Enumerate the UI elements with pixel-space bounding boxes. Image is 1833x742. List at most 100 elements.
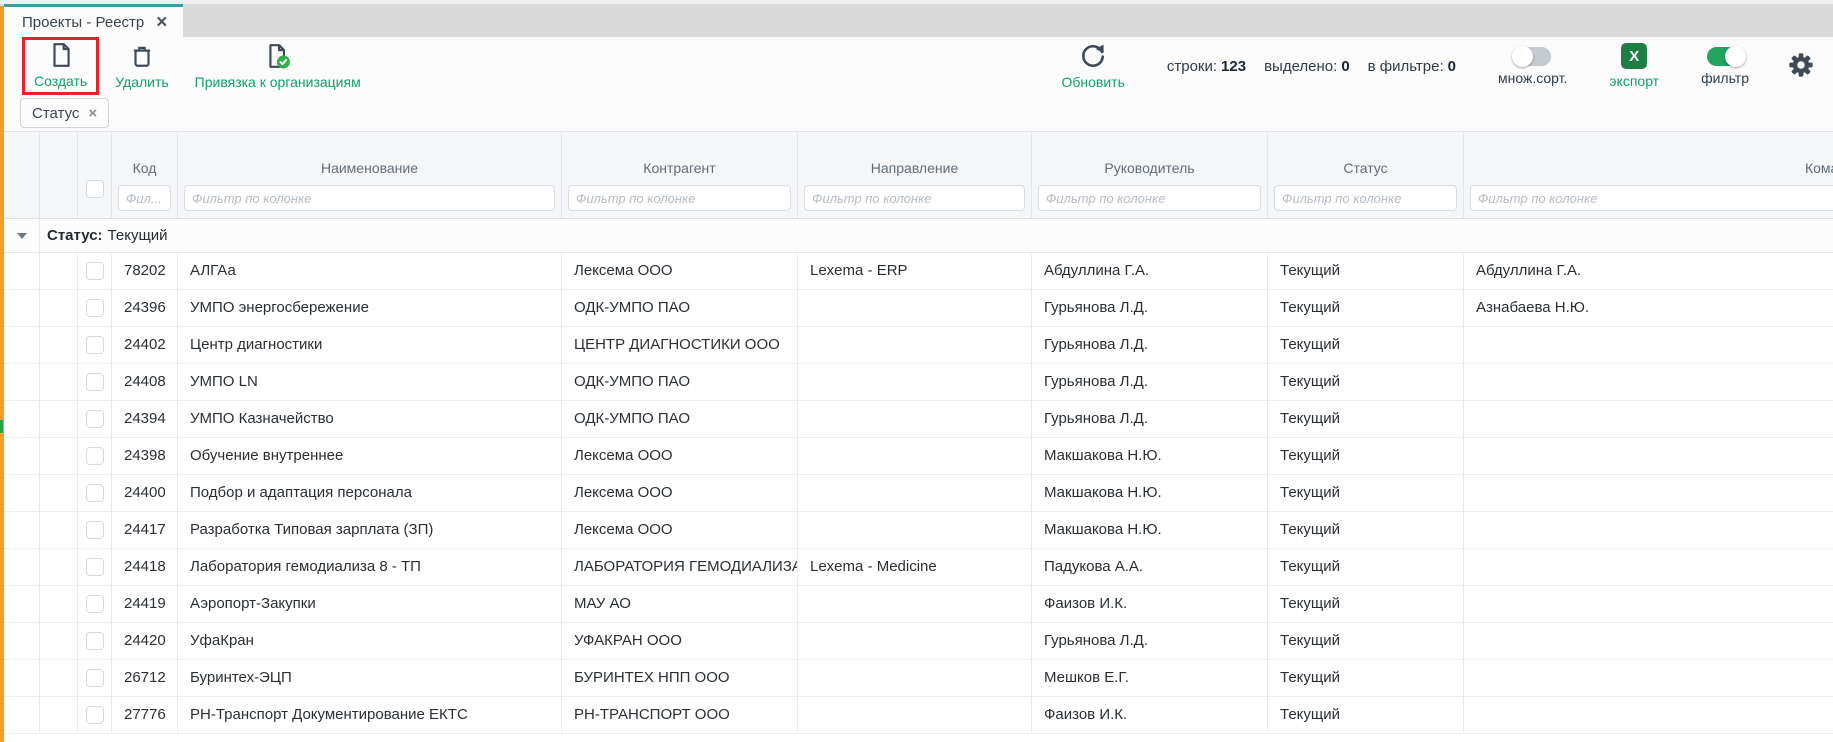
cell-name: УМПО LN [178, 364, 562, 400]
cell-code: 24408 [112, 364, 178, 400]
column-header-status[interactable]: Статус [1268, 132, 1464, 218]
filter-toggle[interactable] [1707, 47, 1744, 66]
column-header-name[interactable]: Наименование [178, 132, 562, 218]
column-label-direction: Направление [798, 160, 1031, 176]
row-checkbox-cell[interactable] [78, 697, 112, 733]
header-select-all-cell[interactable] [78, 132, 112, 218]
row-checkbox[interactable] [86, 336, 104, 354]
table-row[interactable]: 24402Центр диагностикиЦЕНТР ДИАГНОСТИКИ … [4, 327, 1833, 364]
table-row[interactable]: 26712Буринтех-ЭЦПБУРИНТЕХ НПП ОООМешков … [4, 660, 1833, 697]
table-row[interactable]: 24419Аэропорт-ЗакупкиМАУ АОФаизов И.К.Те… [4, 586, 1833, 623]
row-spacer-cell [40, 290, 78, 326]
column-header-code[interactable]: Код [112, 132, 178, 218]
table-row[interactable]: 24417Разработка Типовая зарплата (ЗП)Лек… [4, 512, 1833, 549]
column-filter-input-name[interactable] [184, 185, 555, 211]
multisort-toggle[interactable] [1514, 47, 1551, 66]
row-checkbox[interactable] [86, 595, 104, 613]
column-filter-input-manager[interactable] [1038, 185, 1261, 211]
cell-code: 24396 [112, 290, 178, 326]
row-checkbox[interactable] [86, 558, 104, 576]
row-checkbox[interactable] [86, 521, 104, 539]
row-checkbox-cell[interactable] [78, 586, 112, 622]
groupby-chip-close-icon[interactable]: × [88, 105, 97, 122]
table-row[interactable]: 24420УфаКранУФАКРАН ОООГурьянова Л.Д.Тек… [4, 623, 1833, 660]
row-checkbox-cell[interactable] [78, 438, 112, 474]
create-button[interactable]: Создать [34, 42, 87, 89]
column-filter-input-code[interactable] [118, 185, 171, 211]
row-spacer-cell [40, 697, 78, 733]
row-checkbox[interactable] [86, 299, 104, 317]
column-header-team[interactable]: Команда [1464, 132, 1833, 218]
row-checkbox-cell[interactable] [78, 290, 112, 326]
row-checkbox[interactable] [86, 706, 104, 724]
tab-close-icon[interactable]: × [156, 13, 167, 32]
column-filter-input-status[interactable] [1274, 185, 1457, 211]
trash-icon [129, 43, 155, 72]
table-row[interactable]: 24398Обучение внутреннееЛексема ОООМакша… [4, 438, 1833, 475]
excel-export-icon[interactable]: X [1621, 43, 1647, 69]
row-checkbox[interactable] [86, 632, 104, 650]
groupby-chip-status[interactable]: Статус × [20, 98, 109, 128]
cell-code: 24400 [112, 475, 178, 511]
cell-direction [798, 697, 1032, 733]
column-filter-input-direction[interactable] [804, 185, 1025, 211]
group-collapse-cell[interactable] [4, 219, 40, 252]
row-checkbox[interactable] [86, 410, 104, 428]
cell-status: Текущий [1268, 623, 1464, 659]
delete-button[interactable]: Удалить [115, 43, 168, 90]
row-expand-cell [4, 290, 40, 326]
column-headers: КодНаименованиеКонтрагентНаправлениеРуко… [112, 132, 1833, 218]
export-button-group[interactable]: X экспорт [1609, 43, 1659, 89]
row-checkbox-cell[interactable] [78, 401, 112, 437]
counter-rows-value: 123 [1221, 58, 1246, 75]
link-organizations-button[interactable]: Привязка к организациям [195, 43, 361, 90]
column-filter-input-team[interactable] [1470, 185, 1833, 211]
table-row[interactable]: 24408УМПО LNОДК-УМПО ПАОГурьянова Л.Д.Те… [4, 364, 1833, 401]
row-checkbox-cell[interactable] [78, 623, 112, 659]
counter-selected-label: выделено: [1264, 58, 1337, 75]
row-expand-cell [4, 549, 40, 585]
tab-projects-registry[interactable]: Проекты - Реестр × [4, 4, 183, 37]
column-header-counterparty[interactable]: Контрагент [562, 132, 798, 218]
table-row[interactable]: 24418Лаборатория гемодиализа 8 - ТПЛАБОР… [4, 549, 1833, 586]
column-header-direction[interactable]: Направление [798, 132, 1032, 218]
cell-direction [798, 586, 1032, 622]
table-row[interactable]: 24396УМПО энергосбережениеОДК-УМПО ПАОГу… [4, 290, 1833, 327]
row-expand-cell [4, 623, 40, 659]
row-checkbox-cell[interactable] [78, 327, 112, 363]
export-label: экспорт [1609, 73, 1659, 89]
settings-button[interactable] [1787, 51, 1815, 82]
table-row[interactable]: 27776РН-Транспорт Документирование ЕКТСР… [4, 697, 1833, 734]
table-row[interactable]: 24400Подбор и адаптация персоналаЛексема… [4, 475, 1833, 512]
row-checkbox[interactable] [86, 447, 104, 465]
filter-toggle-group[interactable]: фильтр [1701, 47, 1749, 86]
table-row[interactable]: 24394УМПО КазначействоОДК-УМПО ПАОГурьян… [4, 401, 1833, 438]
cell-status: Текущий [1268, 549, 1464, 585]
column-header-manager[interactable]: Руководитель [1032, 132, 1268, 218]
collapse-triangle-icon[interactable] [17, 233, 27, 239]
row-checkbox-cell[interactable] [78, 512, 112, 548]
row-checkbox-cell[interactable] [78, 253, 112, 289]
cell-name: Обучение внутреннее [178, 438, 562, 474]
cell-name: УфаКран [178, 623, 562, 659]
multisort-toggle-group[interactable]: множ.сорт. [1498, 47, 1567, 86]
cell-name: Лаборатория гемодиализа 8 - ТП [178, 549, 562, 585]
column-filter-input-counterparty[interactable] [568, 185, 791, 211]
cell-code: 24398 [112, 438, 178, 474]
row-checkbox[interactable] [86, 669, 104, 687]
select-all-checkbox[interactable] [86, 180, 104, 198]
row-checkbox[interactable] [86, 484, 104, 502]
cell-counterparty: РН-ТРАНСПОРТ ООО [562, 697, 798, 733]
cell-manager: Гурьянова Л.Д. [1032, 290, 1268, 326]
row-checkbox-cell[interactable] [78, 660, 112, 696]
row-checkbox-cell[interactable] [78, 364, 112, 400]
row-checkbox-cell[interactable] [78, 549, 112, 585]
refresh-button[interactable]: Обновить [1061, 43, 1124, 90]
group-row-status-current[interactable]: Статус:Текущий [4, 219, 1833, 253]
column-label-name: Наименование [178, 160, 561, 176]
row-checkbox[interactable] [86, 262, 104, 280]
table-row[interactable]: 78202АЛГАаЛексема ОООLexema - ERPАбдулли… [4, 253, 1833, 290]
row-checkbox[interactable] [86, 373, 104, 391]
row-checkbox-cell[interactable] [78, 475, 112, 511]
row-spacer-cell [40, 586, 78, 622]
